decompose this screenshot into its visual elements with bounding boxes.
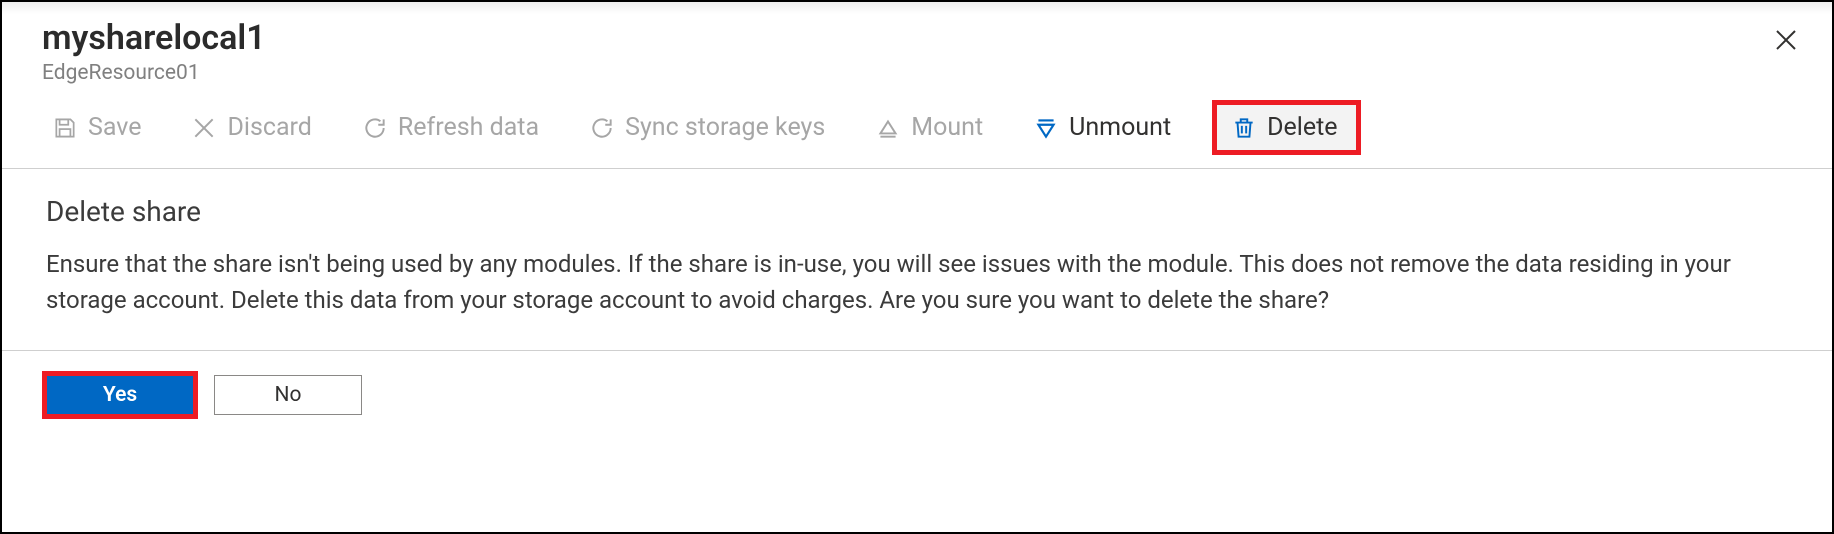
command-bar: Save Discard Refresh data Sync storage k… [2,85,1832,169]
refresh-data-button: Refresh data [352,109,549,146]
yes-button[interactable]: Yes [46,375,194,415]
unmount-label: Unmount [1069,113,1171,142]
unmount-button[interactable]: Unmount [1023,109,1181,146]
sync-icon [589,115,615,141]
save-button: Save [42,109,151,146]
unmount-icon [1033,115,1059,141]
no-button[interactable]: No [214,375,362,415]
yes-label: Yes [103,383,137,407]
no-label: No [275,383,302,407]
save-icon [52,115,78,141]
delete-icon [1231,115,1257,141]
page-title: mysharelocal1 [42,20,1792,57]
discard-label: Discard [227,113,311,142]
discard-button: Discard [181,109,321,146]
refresh-icon [362,115,388,141]
mount-button: Mount [865,109,993,146]
close-button[interactable] [1768,22,1804,58]
delete-confirmation-panel: Delete share Ensure that the share isn't… [2,169,1832,351]
dialog-title: Delete share [46,195,1788,228]
blade-header: mysharelocal1 EdgeResource01 [2,2,1832,85]
mount-icon [875,115,901,141]
dialog-message: Ensure that the share isn't being used b… [46,246,1756,318]
sync-label: Sync storage keys [625,113,825,142]
save-label: Save [88,113,141,142]
resource-subtitle: EdgeResource01 [42,61,1792,85]
mount-label: Mount [911,113,983,142]
sync-storage-keys-button: Sync storage keys [579,109,835,146]
dialog-footer: Yes No [2,351,1832,439]
delete-label: Delete [1267,113,1337,142]
delete-button[interactable]: Delete [1217,105,1355,150]
refresh-label: Refresh data [398,113,539,142]
discard-icon [191,115,217,141]
close-icon [1774,28,1798,52]
